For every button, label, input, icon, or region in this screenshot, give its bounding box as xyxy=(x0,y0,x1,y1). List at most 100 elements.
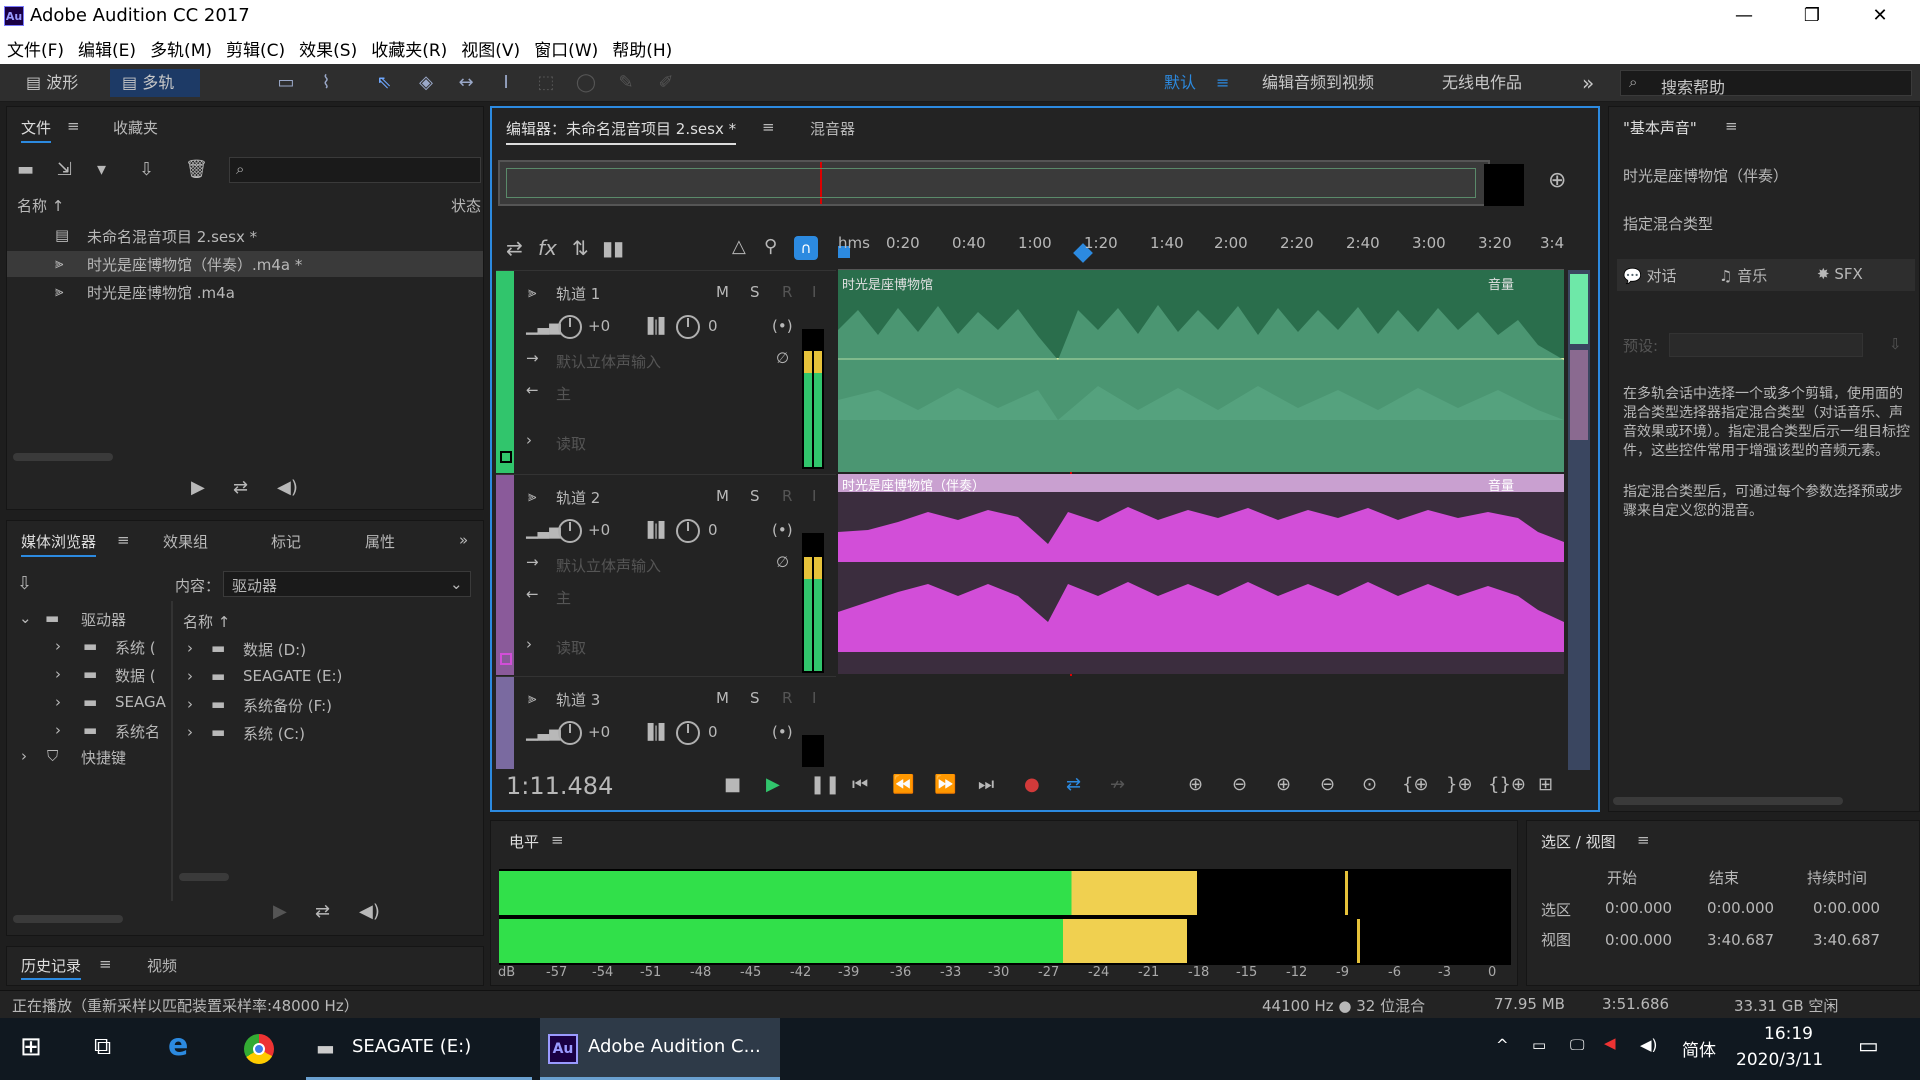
loop-icon[interactable]: ⇄ xyxy=(233,477,248,498)
taskbar-drive-item[interactable]: ▬ SEAGATE (E:) xyxy=(306,1018,532,1080)
tray-device-icon[interactable]: ▭ xyxy=(1532,1036,1546,1054)
autoplay-speaker-icon[interactable]: ◀) xyxy=(359,901,380,922)
list-item[interactable]: SEAGATE (E:) xyxy=(243,667,342,685)
view-end[interactable]: 3:40.687 xyxy=(1707,931,1774,949)
volume-knob[interactable] xyxy=(558,721,582,745)
punch-icon[interactable]: ⚲ xyxy=(764,236,777,257)
selection-end[interactable]: 0:00.000 xyxy=(1707,899,1774,917)
menu-view[interactable]: 视图(V) xyxy=(454,32,527,65)
list-item[interactable]: ▤ 未命名混音项目 2.sesx * xyxy=(7,223,483,249)
menu-edit[interactable]: 编辑(E) xyxy=(71,32,143,65)
import-icon[interactable]: ⇩ xyxy=(17,573,32,594)
import-file-icon[interactable]: ⇲ xyxy=(57,159,72,180)
dialogue-type-button[interactable]: 💬 对话 xyxy=(1623,265,1676,286)
zoom-out-time-icon[interactable]: ⊖ xyxy=(1320,774,1335,795)
scrollbar[interactable] xyxy=(13,915,123,923)
zoom-out-amplitude-icon[interactable]: ⊖ xyxy=(1232,774,1247,795)
levels-menu-icon[interactable]: ≡ xyxy=(551,831,564,849)
expand-icon[interactable]: › xyxy=(526,635,532,653)
input-select[interactable]: 默认立体声输入 xyxy=(556,351,661,372)
autoplay-speaker-icon[interactable]: ◀) xyxy=(277,477,298,498)
sfx-type-button[interactable]: ✸ SFX xyxy=(1817,265,1863,283)
volume-value[interactable]: +0 xyxy=(588,317,610,335)
pan-knob[interactable] xyxy=(676,721,700,745)
save-preset-icon[interactable]: ⇩ xyxy=(1889,335,1902,353)
track-select-box[interactable] xyxy=(500,653,512,665)
snap-icon[interactable]: ∩ xyxy=(794,236,818,260)
menu-effects[interactable]: 效果(S) xyxy=(292,32,364,65)
menu-window[interactable]: 窗口(W) xyxy=(527,32,605,65)
spectral-display-icon[interactable]: ▭ xyxy=(274,72,298,94)
network-icon[interactable]: 🖵 xyxy=(1570,1036,1584,1054)
chevron-down-icon[interactable]: ⌄ xyxy=(19,609,32,627)
files-col-name[interactable]: 名称 ↑ xyxy=(17,195,64,216)
scrollbar[interactable] xyxy=(13,453,113,461)
selection-duration[interactable]: 0:00.000 xyxy=(1813,899,1880,917)
mute-button[interactable]: M xyxy=(716,689,729,707)
workspace-menu-icon[interactable]: ≡ xyxy=(1216,69,1229,97)
monitor-input-button[interactable]: I xyxy=(812,283,816,301)
files-search-input[interactable]: ⌕ xyxy=(229,157,481,183)
time-ruler[interactable] xyxy=(838,230,1564,270)
list-item[interactable]: ⫸ 时光是座博物馆 .m4a xyxy=(7,279,483,305)
open-file-icon[interactable]: ▬ xyxy=(17,159,34,180)
pan-value[interactable]: 0 xyxy=(708,521,718,539)
essential-sound-title[interactable]: "基本声音" xyxy=(1623,117,1697,138)
ime-indicator[interactable]: 简体 xyxy=(1682,1036,1716,1061)
menu-help[interactable]: 帮助(H) xyxy=(605,32,679,65)
tab-favorites[interactable]: 收藏夹 xyxy=(113,117,158,138)
timecode-display[interactable]: 1:11.484 xyxy=(506,772,613,800)
scrollbar[interactable] xyxy=(179,873,229,881)
selection-view-title[interactable]: 选区 / 视图 xyxy=(1541,831,1616,852)
monitor-input-button[interactable]: I xyxy=(812,487,816,505)
list-item[interactable]: ⫸ 时光是座博物馆（伴奏）.m4a * xyxy=(7,251,483,277)
move-tool-icon[interactable]: ⇖ xyxy=(372,72,396,94)
tree-item[interactable]: SEAGA xyxy=(115,693,166,711)
zoom-tracks-icon[interactable]: ⊞ xyxy=(1538,774,1553,795)
list-item[interactable]: 数据 (D:) xyxy=(243,639,306,660)
alert-icon[interactable]: ◀ xyxy=(1604,1034,1616,1052)
play-icon[interactable]: ▶ xyxy=(273,901,287,922)
levels-title[interactable]: 电平 xyxy=(509,831,539,852)
record-arm-button[interactable]: R xyxy=(782,689,792,707)
loop-icon[interactable]: ⇄ xyxy=(315,901,330,922)
razor-tool-icon[interactable]: ◈ xyxy=(414,72,438,94)
pitch-display-icon[interactable]: ⌇ xyxy=(314,72,338,94)
clip-track-2[interactable]: 时光是座博物馆（伴奏） 音量 xyxy=(838,474,1564,674)
skip-to-start-icon[interactable]: ⏮ xyxy=(852,774,868,795)
preset-select[interactable] xyxy=(1669,333,1863,357)
media-menu-icon[interactable]: ≡ xyxy=(117,531,130,549)
pan-knob[interactable] xyxy=(676,519,700,543)
workspace-radio[interactable]: 无线电作品 xyxy=(1442,69,1522,97)
editor-menu-icon[interactable]: ≡ xyxy=(762,118,775,136)
output-select[interactable]: 主 xyxy=(556,587,571,608)
expand-icon[interactable]: › xyxy=(526,431,532,449)
view-duration[interactable]: 3:40.687 xyxy=(1813,931,1880,949)
loop-playback-icon[interactable]: ⇄ xyxy=(1066,774,1081,795)
view-start[interactable]: 0:00.000 xyxy=(1605,931,1672,949)
selection-view-menu-icon[interactable]: ≡ xyxy=(1637,831,1650,849)
fast-forward-icon[interactable]: ⏩ xyxy=(934,774,956,795)
rewind-icon[interactable]: ⏪ xyxy=(892,774,914,795)
record-icon[interactable]: ● xyxy=(1024,774,1040,795)
solo-button[interactable]: S xyxy=(750,689,760,707)
stereo-icon[interactable]: (•) xyxy=(772,521,793,539)
track-3-header[interactable]: ⫸ 轨道 3 M S R I ▁▃▅ +0 ▐|▌ 0 (•) xyxy=(496,676,836,769)
phase-invert-icon[interactable]: ∅ xyxy=(776,553,789,571)
io-toggle-icon[interactable]: ⇄ xyxy=(506,236,523,260)
tab-mixer[interactable]: 混音器 xyxy=(810,118,855,139)
tab-editor[interactable]: 编辑器：未命名混音项目 2.sesx * xyxy=(506,118,737,145)
menu-multitrack[interactable]: 多轨(M) xyxy=(143,32,219,65)
record-arm-button[interactable]: R xyxy=(782,283,792,301)
record-arm-button[interactable]: R xyxy=(782,487,792,505)
edge-browser-icon[interactable]: e xyxy=(168,1028,188,1063)
workspace-video[interactable]: 编辑音频到视频 xyxy=(1262,69,1374,97)
slip-tool-icon[interactable]: ↔ xyxy=(454,72,478,94)
tree-item-drives[interactable]: 驱动器 xyxy=(81,609,126,630)
phase-invert-icon[interactable]: ∅ xyxy=(776,349,789,367)
files-menu-icon[interactable]: ≡ xyxy=(67,117,80,135)
tab-video[interactable]: 视频 xyxy=(147,955,177,976)
sends-icon[interactable]: ⇅ xyxy=(572,236,589,260)
output-select[interactable]: 主 xyxy=(556,383,571,404)
selection-start[interactable]: 0:00.000 xyxy=(1605,899,1672,917)
